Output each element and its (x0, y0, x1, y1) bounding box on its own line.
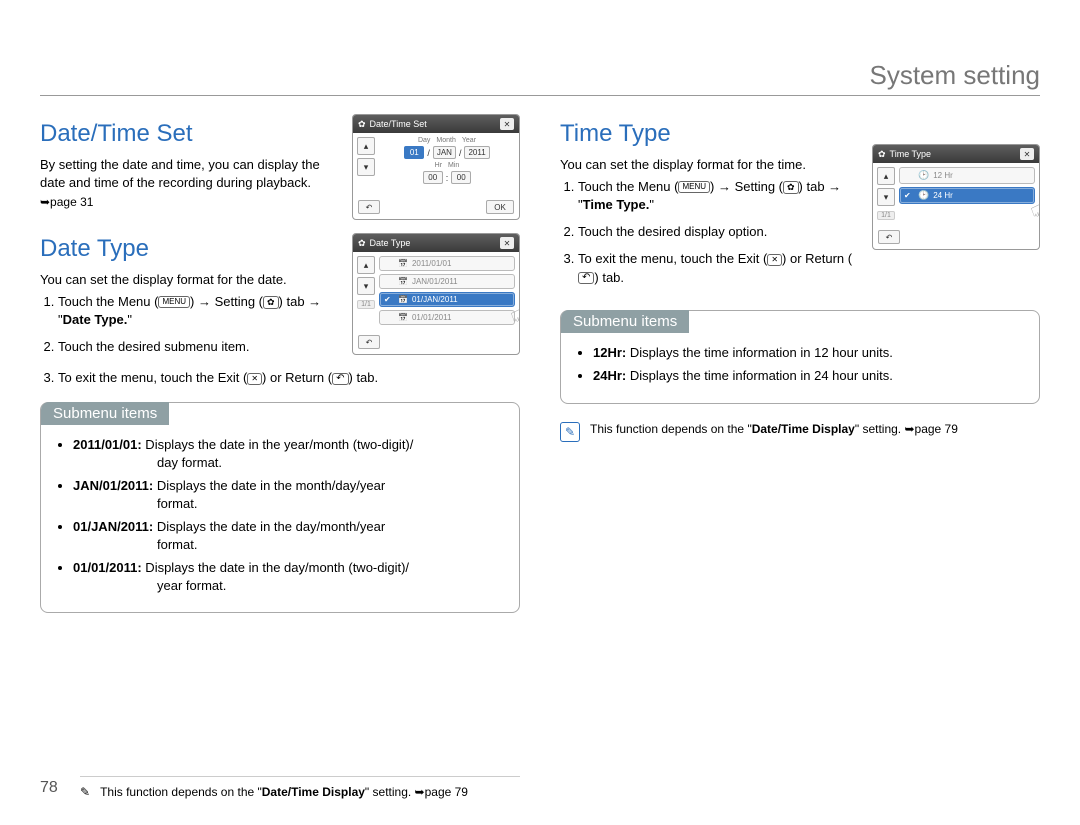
date-time-set-screenshot: Date/Time Set ✕ ▴ ▾ Day Month Year (352, 114, 520, 220)
menu-icon: MENU (678, 181, 710, 193)
page-number: 78 (40, 779, 58, 797)
time-type-screenshot: Time Type ✕ ▴ ▾ 1/1 12 Hr 24 Hr ↶ (872, 144, 1040, 250)
step-1: Touch the Menu (MENU) → Setting () tab →… (58, 293, 338, 331)
step-3: To exit the menu, touch the Exit () or R… (58, 369, 520, 388)
date-type-steps: Touch the Menu (MENU) → Setting () tab →… (40, 293, 338, 358)
return-icon: ↶ (358, 200, 380, 214)
time-type-steps: Touch the Menu (MENU) → Setting () tab →… (560, 178, 858, 288)
down-button: ▾ (877, 188, 895, 206)
close-icon: ✕ (1020, 148, 1034, 160)
submenu-tab: Submenu items (41, 402, 169, 425)
page-ref-31: ➥page 31 (40, 195, 338, 209)
return-icon: ↶ (878, 230, 900, 244)
close-icon (247, 373, 262, 385)
page-header: System setting (40, 60, 1040, 96)
option-row: 01/01/2011 (379, 310, 515, 325)
date-time-set-desc: By setting the date and time, you can di… (40, 156, 338, 191)
right-column: Time Type You can set the display format… (560, 114, 1040, 613)
date-time-set-heading: Date/Time Set (40, 120, 338, 148)
ok-button: OK (486, 200, 514, 214)
option-row: 2011/01/01 (379, 256, 515, 271)
return-icon (332, 373, 348, 385)
date-type-heading: Date Type (40, 235, 338, 263)
option-row-selected: 01/JAN/2011 (379, 292, 515, 307)
gear-icon (263, 296, 279, 309)
step-2: Touch the desired display option. (578, 223, 858, 242)
date-type-submenu: Submenu items 2011/01/01: Displays the d… (40, 402, 520, 613)
date-type-desc: You can set the display format for the d… (40, 271, 338, 289)
info-icon: ✎ (80, 785, 90, 799)
up-button: ▴ (877, 167, 895, 185)
submenu-tab: Submenu items (561, 310, 689, 333)
down-button: ▾ (357, 277, 375, 295)
up-button: ▴ (357, 137, 375, 155)
return-icon: ↶ (358, 335, 380, 349)
gear-icon (878, 149, 890, 159)
right-note: ✎ This function depends on the "Date/Tim… (560, 422, 1040, 442)
submenu-item: 01/01/2011: Displays the date in the day… (73, 559, 505, 594)
submenu-item: 12Hr: Displays the time information in 1… (593, 344, 1025, 362)
close-icon (767, 254, 782, 266)
step-1: Touch the Menu (MENU) → Setting () tab →… (578, 178, 858, 216)
left-note: ✎ This function depends on the "Date/Tim… (80, 776, 520, 799)
option-row-selected: 24 Hr (899, 187, 1035, 204)
return-icon (578, 272, 594, 284)
step-2: Touch the desired submenu item. (58, 338, 338, 357)
time-type-submenu: Submenu items 12Hr: Displays the time in… (560, 310, 1040, 404)
option-row: JAN/01/2011 (379, 274, 515, 289)
down-button: ▾ (357, 158, 375, 176)
time-type-heading: Time Type (560, 120, 858, 148)
option-row: 12 Hr (899, 167, 1035, 184)
up-button: ▴ (357, 256, 375, 274)
gear-icon (358, 238, 370, 248)
submenu-item: 24Hr: Displays the time information in 2… (593, 367, 1025, 385)
submenu-item: 2011/01/01: Displays the date in the yea… (73, 436, 505, 471)
page-indicator: 1/1 (877, 211, 895, 220)
submenu-item: 01/JAN/2011: Displays the date in the da… (73, 518, 505, 553)
left-column: Date/Time Set By setting the date and ti… (40, 114, 520, 613)
close-icon: ✕ (500, 118, 514, 130)
close-icon: ✕ (500, 237, 514, 249)
submenu-item: JAN/01/2011: Displays the date in the mo… (73, 477, 505, 512)
info-icon: ✎ (560, 422, 580, 442)
gear-icon (783, 181, 799, 194)
date-type-step3: To exit the menu, touch the Exit () or R… (40, 369, 520, 388)
step-3: To exit the menu, touch the Exit () or R… (578, 250, 858, 288)
date-type-screenshot: Date Type ✕ ▴ ▾ 1/1 2011/01/01 JAN/01/20… (352, 233, 520, 355)
menu-icon: MENU (158, 296, 190, 308)
header-title: System setting (40, 60, 1040, 91)
page-indicator: 1/1 (357, 300, 375, 309)
gear-icon (358, 119, 370, 129)
time-type-desc: You can set the display format for the t… (560, 156, 858, 174)
